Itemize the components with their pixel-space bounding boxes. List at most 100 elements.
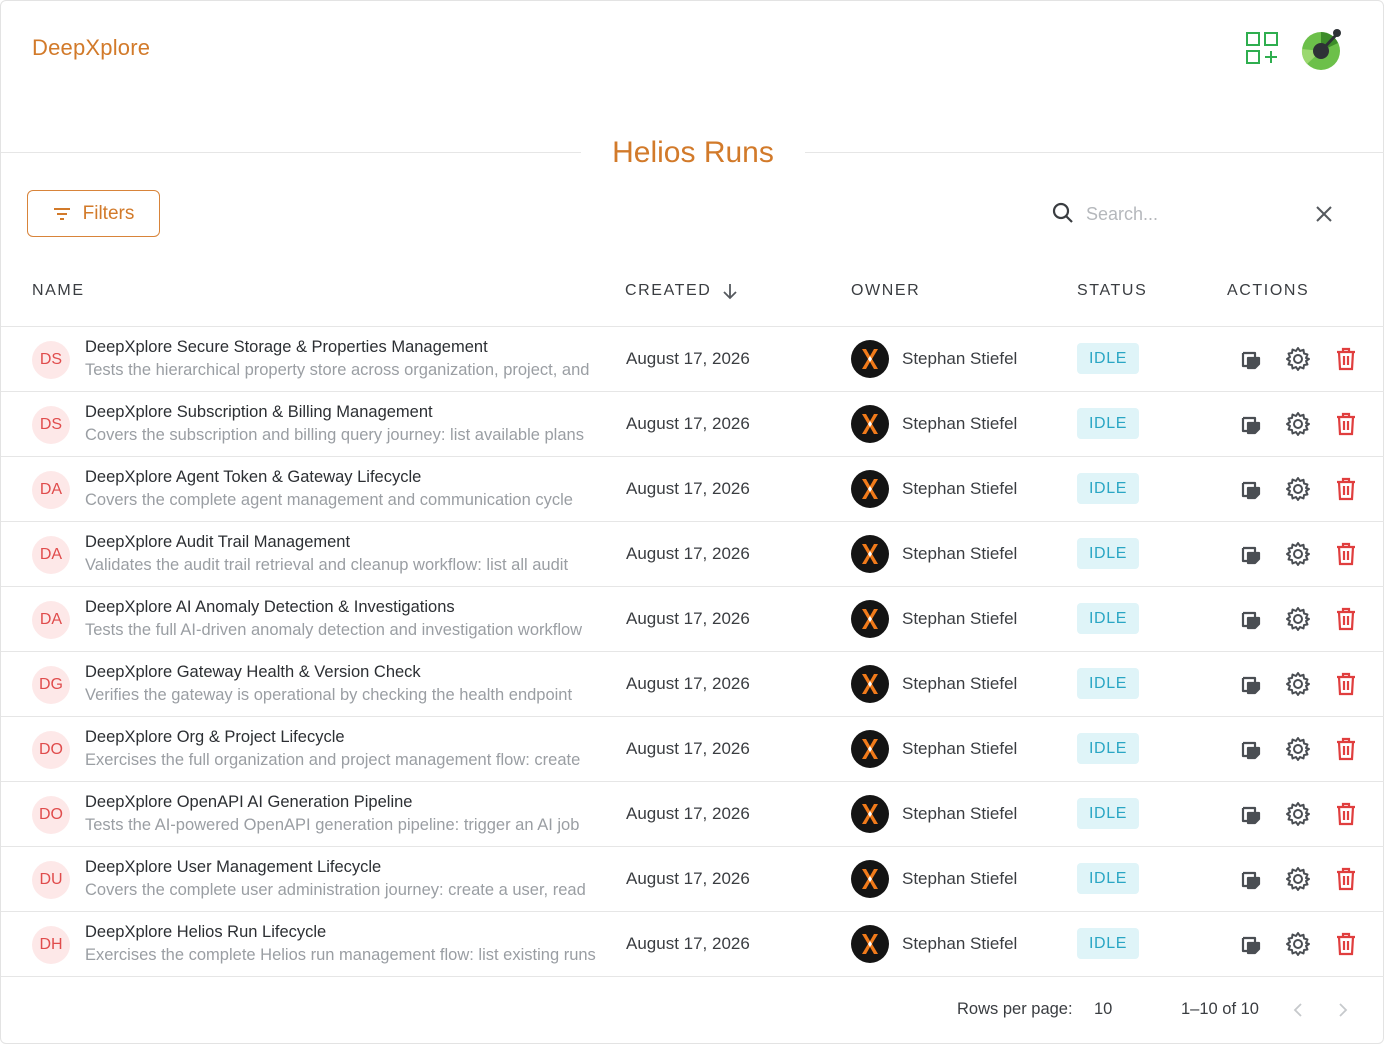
run-initials-avatar: DA — [32, 601, 70, 639]
table-row[interactable]: DO DeepXplore Org & Project Lifecycle Ex… — [1, 717, 1384, 782]
run-name[interactable]: DeepXplore Audit Trail Management — [85, 532, 605, 552]
trash-icon[interactable] — [1333, 801, 1359, 827]
gear-icon[interactable] — [1285, 671, 1311, 697]
column-header-actions: ACTIONS — [1227, 281, 1309, 301]
arrow-down-icon — [723, 284, 738, 300]
owner-avatar — [851, 405, 889, 443]
owner-name: Stephan Stiefel — [902, 544, 1018, 563]
status-badge: IDLE — [1077, 928, 1139, 959]
owner-name: Stephan Stiefel — [902, 934, 1018, 953]
trash-icon[interactable] — [1333, 671, 1359, 697]
status-badge: IDLE — [1077, 798, 1139, 829]
gear-icon[interactable] — [1285, 346, 1311, 372]
table-row[interactable]: DS DeepXplore Subscription & Billing Man… — [1, 392, 1384, 457]
gear-icon[interactable] — [1285, 606, 1311, 632]
run-name[interactable]: DeepXplore User Management Lifecycle — [85, 857, 605, 877]
run-description: Exercises the complete Helios run manage… — [85, 946, 596, 964]
column-header-status-label: STATUS — [1077, 282, 1148, 299]
filters-button-label: Filters — [82, 202, 135, 224]
run-description: Tests the AI-powered OpenAPI generation … — [85, 816, 580, 834]
rows-per-page-select[interactable]: 10 — [1094, 1000, 1112, 1019]
run-name[interactable]: DeepXplore Org & Project Lifecycle — [85, 727, 605, 747]
run-description: Verifies the gateway is operational by c… — [85, 686, 573, 704]
pagination-range: 1–10 of 10 — [1181, 1000, 1259, 1018]
apps-add-icon[interactable] — [1245, 31, 1279, 65]
trash-icon[interactable] — [1333, 541, 1359, 567]
gear-icon[interactable] — [1285, 931, 1311, 957]
table-row[interactable]: DG DeepXplore Gateway Health & Version C… — [1, 652, 1384, 717]
column-header-actions-label: ACTIONS — [1227, 282, 1310, 299]
run-initials-avatar: DS — [32, 341, 70, 379]
trash-icon[interactable] — [1333, 606, 1359, 632]
chevron-right-icon[interactable] — [1332, 1000, 1352, 1020]
filter-icon — [53, 207, 70, 220]
gear-icon[interactable] — [1285, 801, 1311, 827]
gear-icon[interactable] — [1285, 476, 1311, 502]
gear-icon[interactable] — [1285, 736, 1311, 762]
owner-name: Stephan Stiefel — [902, 804, 1018, 823]
column-header-status[interactable]: STATUS — [1077, 281, 1147, 301]
gear-icon[interactable] — [1285, 411, 1311, 437]
status-badge: IDLE — [1077, 343, 1139, 374]
run-name[interactable]: DeepXplore Helios Run Lifecycle — [85, 922, 605, 942]
table-row[interactable]: DU DeepXplore User Management Lifecycle … — [1, 847, 1384, 912]
trash-icon[interactable] — [1333, 346, 1359, 372]
table-row[interactable]: DS DeepXplore Secure Storage & Propertie… — [1, 327, 1384, 392]
copy-icon[interactable] — [1238, 931, 1264, 957]
brand-logo[interactable]: DeepXplore — [32, 35, 150, 61]
column-header-owner[interactable]: OWNER — [851, 281, 920, 301]
trash-icon[interactable] — [1333, 931, 1359, 957]
trash-icon[interactable] — [1333, 866, 1359, 892]
gear-icon[interactable] — [1285, 866, 1311, 892]
copy-icon[interactable] — [1238, 476, 1264, 502]
run-created-date: August 17, 2026 — [626, 414, 750, 433]
chevron-left-icon[interactable] — [1289, 1000, 1309, 1020]
trash-icon[interactable] — [1333, 736, 1359, 762]
copy-icon[interactable] — [1238, 346, 1264, 372]
run-name[interactable]: DeepXplore AI Anomaly Detection & Invest… — [85, 597, 605, 617]
owner-name: Stephan Stiefel — [902, 869, 1018, 888]
run-created-date: August 17, 2026 — [626, 544, 750, 563]
owner-avatar — [851, 795, 889, 833]
user-avatar-icon[interactable] — [1299, 27, 1343, 71]
copy-icon[interactable] — [1238, 866, 1264, 892]
search-input[interactable] — [1086, 199, 1296, 229]
run-name[interactable]: DeepXplore Subscription & Billing Manage… — [85, 402, 605, 422]
copy-icon[interactable] — [1238, 541, 1264, 567]
column-header-created[interactable]: CREATED — [625, 281, 739, 301]
table-row[interactable]: DH DeepXplore Helios Run Lifecycle Exerc… — [1, 912, 1384, 977]
table-row[interactable]: DA DeepXplore Agent Token & Gateway Life… — [1, 457, 1384, 522]
run-description: Validates the audit trail retrieval and … — [85, 556, 569, 574]
trash-icon[interactable] — [1333, 411, 1359, 437]
owner-avatar — [851, 600, 889, 638]
title-divider-right — [805, 152, 1384, 153]
run-name[interactable]: DeepXplore OpenAPI AI Generation Pipelin… — [85, 792, 605, 812]
run-name[interactable]: DeepXplore Agent Token & Gateway Lifecyc… — [85, 467, 605, 487]
table-row[interactable]: DA DeepXplore Audit Trail Management Val… — [1, 522, 1384, 587]
copy-icon[interactable] — [1238, 736, 1264, 762]
copy-icon[interactable] — [1238, 606, 1264, 632]
filters-button[interactable]: Filters — [27, 190, 160, 237]
run-name[interactable]: DeepXplore Gateway Health & Version Chec… — [85, 662, 605, 682]
copy-icon[interactable] — [1238, 801, 1264, 827]
run-initials-avatar: DO — [32, 731, 70, 769]
trash-icon[interactable] — [1333, 476, 1359, 502]
gear-icon[interactable] — [1285, 541, 1311, 567]
close-icon[interactable] — [1313, 203, 1335, 225]
owner-avatar — [851, 925, 889, 963]
table-row[interactable]: DA DeepXplore AI Anomaly Detection & Inv… — [1, 587, 1384, 652]
column-header-name[interactable]: NAME — [32, 281, 85, 301]
run-description: Tests the full AI-driven anomaly detecti… — [85, 621, 583, 639]
run-description: Covers the subscription and billing quer… — [85, 426, 584, 444]
title-divider-left — [1, 152, 581, 153]
copy-icon[interactable] — [1238, 411, 1264, 437]
copy-icon[interactable] — [1238, 671, 1264, 697]
search-icon — [1052, 202, 1073, 223]
table-row[interactable]: DO DeepXplore OpenAPI AI Generation Pipe… — [1, 782, 1384, 847]
column-header-owner-label: OWNER — [851, 282, 921, 299]
column-header-created-label: CREATED — [625, 282, 712, 299]
run-name[interactable]: DeepXplore Secure Storage & Properties M… — [85, 337, 605, 357]
run-created-date: August 17, 2026 — [626, 934, 750, 953]
run-created-date: August 17, 2026 — [626, 609, 750, 628]
owner-name: Stephan Stiefel — [902, 674, 1018, 693]
